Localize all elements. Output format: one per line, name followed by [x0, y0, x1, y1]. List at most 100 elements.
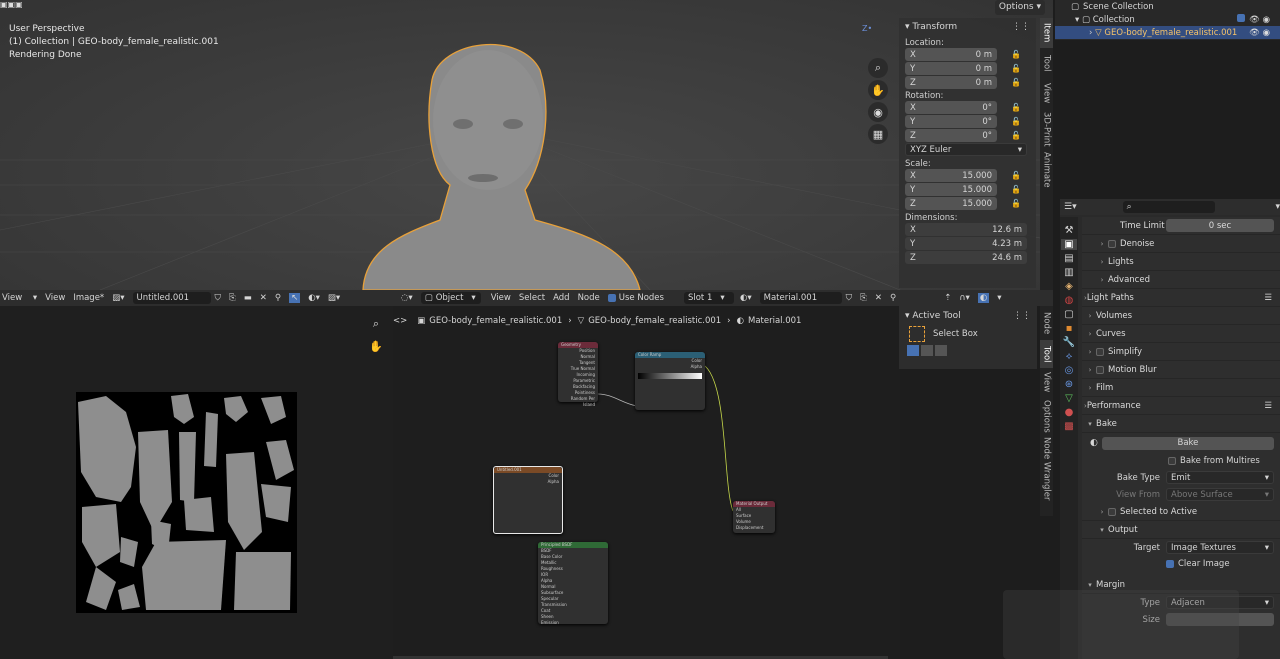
list-icon[interactable]: ☰ — [1264, 401, 1272, 411]
zoom-icon[interactable]: ⌕ — [366, 314, 386, 334]
dimension-field[interactable]: Z 24.6 m — [905, 251, 1027, 264]
object-icon[interactable]: ▪ — [1066, 323, 1073, 334]
rotation-field[interactable]: X 0° — [905, 101, 997, 114]
node-view-menu[interactable]: View — [491, 293, 511, 303]
grid-toggle-icon[interactable]: ▦ — [868, 124, 888, 144]
lock-icon[interactable]: 🔓 — [1011, 64, 1021, 73]
close-icon[interactable]: ✕ — [875, 293, 882, 303]
rotation-field[interactable]: Y 0° — [905, 115, 997, 128]
editor-type-icon[interactable]: ☰▾ — [1064, 202, 1077, 212]
denoise-checkbox[interactable] — [1108, 239, 1116, 248]
lights-row[interactable]: › Lights — [1082, 253, 1280, 271]
tab-3d-print[interactable]: 3D-Print — [1040, 108, 1053, 150]
node-socket[interactable]: Random Per Island — [558, 396, 598, 407]
cursor-icon[interactable]: ↖ — [289, 293, 301, 303]
node-add-menu[interactable]: Add — [553, 293, 569, 303]
scene-icon[interactable]: ◈ — [1065, 281, 1073, 292]
zoom-icon[interactable]: ⌕ — [868, 58, 888, 78]
modifier-icon[interactable]: 🔧 — [1063, 337, 1075, 348]
tab-tool[interactable]: Tool — [1040, 48, 1053, 78]
parent-node-icon[interactable]: ⇡ — [944, 293, 951, 303]
light-paths-row[interactable]: ›Light Paths ☰ — [1082, 289, 1280, 307]
camera-icon[interactable]: ◉ — [1263, 15, 1270, 25]
outliner-object[interactable]: › ▽ GEO-body_female_realistic.001 👁 ◉ — [1055, 26, 1280, 39]
image-editor[interactable]: ⌕ ✋ — [0, 306, 393, 659]
curves-row[interactable]: › Curves — [1082, 325, 1280, 343]
simplify-checkbox[interactable] — [1096, 347, 1104, 356]
list-icon[interactable]: ☰ — [1264, 293, 1272, 303]
eye-icon[interactable]: 👁 — [1249, 28, 1260, 38]
lock-icon[interactable]: 🔓 — [1011, 199, 1021, 208]
tab-view[interactable]: View — [1040, 78, 1053, 108]
target-select[interactable]: Image Textures ▾ — [1166, 541, 1274, 554]
view-from-select[interactable]: Above Surface ▾ — [1166, 488, 1274, 501]
overlay-icon[interactable]: ◐ — [977, 293, 990, 303]
exclude-checkbox[interactable] — [1237, 14, 1246, 22]
baked-texture-image[interactable] — [76, 392, 297, 613]
pin-icon[interactable]: ⚲ — [275, 293, 281, 303]
folder-icon[interactable]: ▬ — [244, 293, 252, 303]
material-name-field[interactable]: Material.001 — [759, 292, 842, 304]
bake-row[interactable]: ▾ Bake — [1082, 415, 1280, 433]
image-menu[interactable]: Image* — [73, 293, 104, 303]
use-nodes-checkbox[interactable] — [607, 294, 616, 302]
object-mode-select[interactable]: ▢ Object ▾ — [420, 292, 481, 304]
chevron-down-icon[interactable]: ▾ — [1275, 202, 1280, 212]
props-search[interactable]: ⌕ — [1122, 201, 1216, 213]
output-icon[interactable]: ▤ — [1064, 253, 1073, 264]
active-tool-row[interactable]: Select Box — [899, 326, 1037, 342]
node-material-output[interactable]: Material Output All Surface Volume Displacem… — [733, 501, 775, 533]
lock-icon[interactable]: 🔓 — [1011, 171, 1021, 180]
node-socket[interactable]: Displacement — [733, 525, 775, 531]
clear-image-row[interactable]: Clear Image — [1082, 556, 1280, 572]
lock-icon[interactable]: 🔓 — [1011, 50, 1021, 59]
tab-tool[interactable]: Tool — [1040, 340, 1053, 368]
material-icon[interactable]: ● — [1065, 407, 1074, 418]
node-editor[interactable]: <> ▣ GEO-body_female_realistic.001 › ▽ GEO… — [393, 306, 900, 659]
view-menu[interactable]: View — [45, 293, 65, 303]
shield-icon[interactable]: ⛉ — [215, 293, 221, 303]
dimension-field[interactable]: X 12.6 m — [905, 223, 1027, 236]
editor-type-icon[interactable]: ◌▾ — [401, 293, 413, 303]
performance-row[interactable]: ›Performance ☰ — [1082, 397, 1280, 415]
scale-field[interactable]: X 15.000 — [905, 169, 997, 182]
eye-icon[interactable]: 👁 — [1249, 15, 1260, 25]
3d-viewport[interactable]: User Perspective (1) Collection | GEO-bo… — [0, 0, 1053, 290]
options-button[interactable]: Options ▾ — [994, 0, 1045, 15]
render-icon[interactable]: ▣ — [1061, 239, 1077, 250]
mode-subtract-icon[interactable] — [935, 345, 947, 356]
color-ramp-gradient[interactable] — [638, 373, 702, 379]
motion-blur-checkbox[interactable] — [1096, 365, 1104, 374]
snap-icon[interactable]: ∩▾ — [959, 293, 970, 303]
bake-multires-row[interactable]: Bake from Multires — [1082, 453, 1280, 469]
time-limit-field[interactable]: 0 sec — [1166, 219, 1274, 232]
copy-icon[interactable]: ⎘ — [860, 293, 867, 303]
dimension-field[interactable]: Y 4.23 m — [905, 237, 1027, 250]
tab-node-wrangler[interactable]: Node Wrangler — [1040, 436, 1053, 502]
rotation-field[interactable]: Z 0° — [905, 129, 997, 142]
lock-icon[interactable]: 🔓 — [1011, 185, 1021, 194]
rotation-mode-select[interactable]: XYZ Euler ▾ — [905, 143, 1027, 156]
selected-active-checkbox[interactable] — [1108, 507, 1116, 516]
node-image-texture[interactable]: Untitled.001 Color Alpha — [493, 466, 563, 534]
image-browse-icon[interactable]: ▨▾ — [112, 293, 124, 303]
close-icon[interactable]: ✕ — [260, 293, 267, 303]
physics-icon[interactable]: ◎ — [1065, 365, 1074, 376]
tab-view[interactable]: View — [1040, 368, 1053, 396]
hand-pan-icon[interactable]: ✋ — [366, 336, 386, 356]
texture-icon[interactable]: ▩ — [1064, 421, 1073, 432]
node-socket[interactable]: Alpha — [635, 364, 705, 370]
mode-set-icon[interactable] — [907, 345, 919, 356]
drag-handle-icon[interactable]: ⋮⋮ — [1012, 22, 1030, 32]
camera-icon[interactable]: ◉ — [868, 102, 888, 122]
node-socket[interactable]: Alpha — [494, 479, 562, 485]
axis-gizmo[interactable]: Z• — [862, 24, 872, 33]
selected-active-row[interactable]: › Selected to Active — [1082, 503, 1280, 521]
active-tool-header[interactable]: ▾ Active Tool ⋮⋮ — [899, 306, 1037, 326]
world-icon[interactable]: ◍ — [1065, 295, 1074, 306]
tab-animate[interactable]: Animate — [1040, 150, 1053, 190]
data-icon[interactable]: ▽ — [1065, 393, 1073, 404]
shield-icon[interactable]: ⛉ — [846, 293, 852, 303]
display-channels-icon[interactable]: ▨▾ — [328, 293, 340, 303]
lock-icon[interactable]: 🔓 — [1011, 78, 1021, 87]
